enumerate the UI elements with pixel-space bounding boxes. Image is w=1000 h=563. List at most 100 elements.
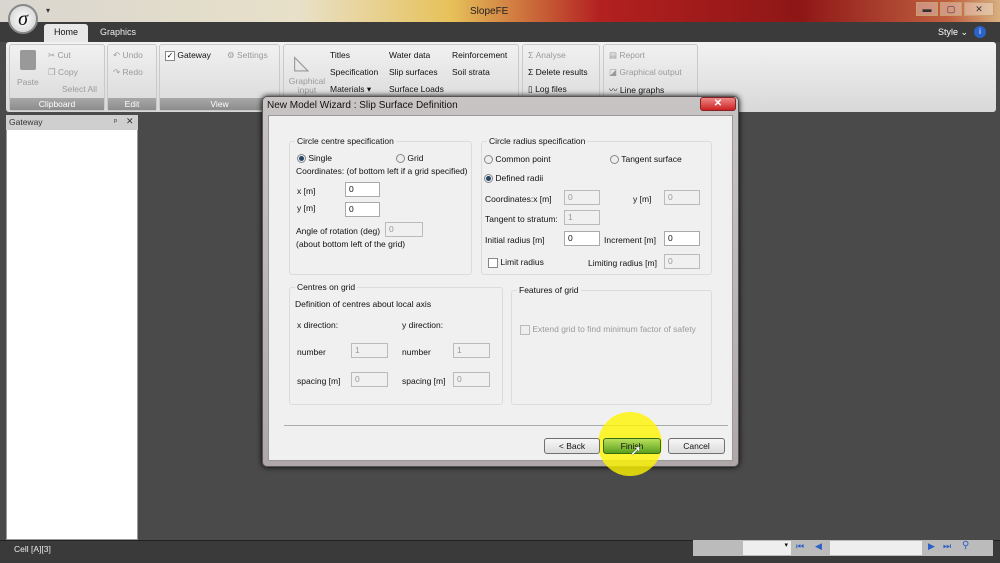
previous-icon[interactable]: ◀ <box>815 541 822 552</box>
materials-button[interactable]: Materials ▾ <box>330 84 371 95</box>
limiting-radius-input[interactable]: 0 <box>664 254 700 269</box>
dialog-close-button[interactable]: ✕ <box>700 97 736 111</box>
copy-button[interactable]: ❐ Copy <box>48 67 78 78</box>
y-number-input[interactable]: 1 <box>453 343 490 358</box>
reinforcement-button[interactable]: Reinforcement <box>452 50 507 60</box>
redo-button[interactable]: ↷ Redo <box>113 67 143 78</box>
titles-button[interactable]: Titles <box>330 50 350 60</box>
soil-strata-button[interactable]: Soil strata <box>452 67 490 77</box>
log-files-button[interactable]: ▯ Log files <box>528 84 567 95</box>
separator <box>284 425 728 426</box>
coords-x-label: Coordinates:x [m] <box>485 194 552 204</box>
y-input[interactable]: 0 <box>345 202 380 217</box>
limit-radius-checkbox[interactable]: Limit radius <box>488 257 544 268</box>
x-label: x [m] <box>297 186 316 196</box>
analyse-button[interactable]: Σ Analyse <box>528 50 566 60</box>
coords-y-label: y [m] <box>633 194 652 204</box>
x-number-label: number <box>297 347 326 357</box>
gateway-checkbox[interactable]: ✓ Gateway <box>165 50 211 61</box>
angle-input[interactable]: 0 <box>385 222 423 237</box>
single-label: Single <box>308 153 333 163</box>
water-data-button[interactable]: Water data <box>389 50 430 60</box>
single-radio[interactable]: Single <box>297 153 333 164</box>
tangent-stratum-label: Tangent to stratum: <box>485 214 558 224</box>
dropdown-arrow-icon: ▾ <box>366 84 372 94</box>
definition-label: Definition of centres about local axis <box>295 299 432 309</box>
style-label: Style <box>938 27 959 37</box>
next-icon[interactable]: ▶ <box>928 541 935 552</box>
info-icon[interactable]: i <box>974 26 986 38</box>
checkbox-checked-icon: ✓ <box>165 50 175 61</box>
grid-radio[interactable]: Grid <box>396 153 423 164</box>
close-window-button[interactable]: ✕ <box>964 2 994 16</box>
back-button[interactable]: < Back <box>544 438 600 454</box>
first-record-icon[interactable]: ⏮ <box>796 541 804 552</box>
select-all-button[interactable]: Select All <box>62 84 97 94</box>
initial-radius-input[interactable]: 0 <box>564 231 600 246</box>
style-menu[interactable]: Style ⌄ <box>938 27 968 38</box>
slip-surfaces-button[interactable]: Slip surfaces <box>389 67 438 77</box>
common-point-radio[interactable]: Common point <box>484 154 551 165</box>
increment-label: Increment [m] <box>604 235 656 245</box>
x-direction-label: x direction: <box>297 320 339 330</box>
report-button[interactable]: ▤ Report <box>609 50 645 61</box>
settings-button[interactable]: ⚙ Settings <box>227 50 268 61</box>
cancel-button[interactable]: Cancel <box>668 438 725 454</box>
y-spacing-input[interactable]: 0 <box>453 372 490 387</box>
extend-grid-checkbox[interactable]: Extend grid to find minimum factor of sa… <box>520 324 696 335</box>
x-number-input[interactable]: 1 <box>351 343 388 358</box>
sheet-dropdown[interactable]: ▾ <box>743 541 791 555</box>
close-panel-icon[interactable]: ✕ <box>126 116 134 127</box>
y-label: y [m] <box>297 203 316 213</box>
radio-icon <box>484 155 493 165</box>
undo-button[interactable]: ↶ Undo <box>113 50 143 61</box>
tangent-stratum-input[interactable]: 1 <box>564 210 600 225</box>
coords-y-input[interactable]: 0 <box>664 190 700 205</box>
tangent-surface-label: Tangent surface <box>621 154 682 164</box>
minimize-button[interactable]: ▬ <box>916 2 938 16</box>
report-icon: ▤ <box>609 50 618 60</box>
redo-label: Redo <box>122 67 143 77</box>
x-spacing-input[interactable]: 0 <box>351 372 388 387</box>
status-cell: Cell [A][3] <box>14 544 51 554</box>
set-square-icon: ◺ <box>294 52 310 74</box>
tangent-surface-radio[interactable]: Tangent surface <box>610 154 682 165</box>
last-record-icon[interactable]: ⏭ <box>943 541 951 552</box>
app-title: SlopeFE <box>470 6 509 17</box>
delete-results-button[interactable]: Σ Delete results <box>528 67 588 77</box>
line-graph-icon: 〰 <box>609 85 618 95</box>
initial-radius-label: Initial radius [m] <box>485 235 545 245</box>
app-logo[interactable]: σ <box>8 4 38 34</box>
defined-radii-radio[interactable]: Defined radii <box>484 173 543 184</box>
y-spacing-label: spacing [m] <box>402 376 446 386</box>
limiting-radius-label: Limiting radius [m] <box>588 258 657 268</box>
binoculars-icon[interactable]: ⚲ <box>962 540 969 551</box>
analyse-label: Analyse <box>535 50 566 60</box>
graphical-input-button[interactable]: Graphical input <box>287 77 327 95</box>
line-graphs-button[interactable]: 〰 Line graphs <box>609 84 664 96</box>
coords-x-input[interactable]: 0 <box>564 190 600 205</box>
group-title: Circle centre specification <box>295 136 396 146</box>
paste-button[interactable]: Paste <box>17 77 39 87</box>
radio-selected-icon <box>484 174 493 184</box>
graphical-output-icon: ◪ <box>609 67 618 77</box>
gateway-panel-header: Gateway <box>6 115 138 130</box>
cut-button[interactable]: ✂ Cut <box>48 50 71 61</box>
surface-loads-button[interactable]: Surface Loads <box>389 84 444 94</box>
record-field[interactable] <box>830 541 922 555</box>
quick-access-dropdown-icon[interactable]: ▾ <box>46 6 50 15</box>
graphical-output-button[interactable]: ◪ Graphical output <box>609 67 682 78</box>
pin-icon[interactable]: ᵖ <box>114 117 117 126</box>
tab-graphics[interactable]: Graphics <box>90 24 146 42</box>
maximize-button[interactable]: ▢ <box>940 2 962 16</box>
radio-icon <box>396 154 405 164</box>
gateway-panel <box>6 115 138 540</box>
increment-input[interactable]: 0 <box>664 231 700 246</box>
report-label: Report <box>619 50 645 60</box>
sigma-icon: Σ <box>528 50 534 60</box>
coordinates-label: Coordinates: (of bottom left if a grid s… <box>296 166 468 176</box>
x-input[interactable]: 0 <box>345 182 380 197</box>
tab-home[interactable]: Home <box>44 24 89 42</box>
undo-icon: ↶ <box>113 50 121 60</box>
specification-button[interactable]: Specification <box>330 67 378 77</box>
